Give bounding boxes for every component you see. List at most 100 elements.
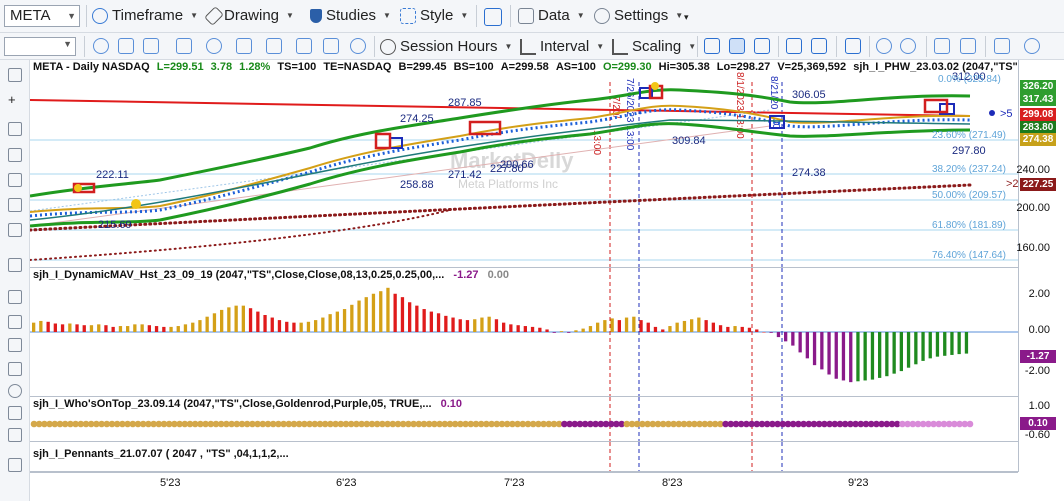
histogram-bar bbox=[53, 323, 57, 332]
zoom-in-icon[interactable] bbox=[876, 38, 892, 54]
drawing-button[interactable]: Drawing ▼ bbox=[204, 5, 294, 26]
grid-view-icon[interactable] bbox=[960, 38, 976, 54]
pie-icon[interactable] bbox=[206, 38, 222, 54]
histogram-bar bbox=[834, 332, 838, 379]
whos-on-top-axis[interactable]: 1.00 0.10 -0.60 bbox=[1018, 397, 1064, 442]
bar-chart-icon[interactable] bbox=[704, 38, 720, 54]
interval-button[interactable]: Interval ▼ bbox=[520, 38, 604, 55]
options-icon[interactable] bbox=[323, 38, 339, 54]
histogram-bar bbox=[776, 332, 781, 338]
gear-icon[interactable] bbox=[350, 38, 366, 54]
studies-button[interactable]: Studies ▼ bbox=[310, 7, 391, 24]
chevron-down-icon[interactable]: ▼ bbox=[67, 6, 76, 26]
pennants-title: sjh_I_Pennants_21.07.07 ( 2047 , "TS" ,0… bbox=[33, 448, 289, 460]
histogram-bar bbox=[335, 311, 339, 332]
layout-icon[interactable] bbox=[484, 8, 502, 26]
histogram-bar bbox=[653, 326, 658, 332]
whos-on-top-title: sjh_I_Who'sOnTop_23.09.14 (2047,"TS",Clo… bbox=[33, 398, 462, 410]
study-value: 0.10 bbox=[440, 398, 463, 410]
style-icon bbox=[400, 7, 416, 24]
stack-icon[interactable] bbox=[8, 362, 22, 376]
hollow-candle-icon[interactable] bbox=[754, 38, 770, 54]
histogram-bar bbox=[820, 332, 824, 370]
whos-on-top-pane[interactable]: sjh_I_Who'sOnTop_23.09.14 (2047,"TS",Clo… bbox=[30, 397, 1018, 442]
timeframe-button[interactable]: Timeframe ▼ bbox=[92, 7, 198, 24]
histogram-bar bbox=[480, 317, 484, 332]
interval-select[interactable]: ▼ bbox=[4, 37, 76, 56]
chart-icon[interactable] bbox=[236, 38, 252, 54]
ruler-icon[interactable] bbox=[8, 258, 22, 272]
more-button[interactable]: ▾ bbox=[684, 12, 689, 23]
histogram-bar bbox=[357, 300, 361, 332]
zoom-out-icon[interactable] bbox=[900, 38, 916, 54]
time-label: 8'23 bbox=[662, 477, 683, 489]
histogram-bar bbox=[740, 326, 744, 332]
histogram-bar bbox=[248, 308, 253, 332]
histogram-bar bbox=[863, 332, 867, 381]
pennants-pane[interactable]: sjh_I_Pennants_21.07.07 ( 2047 , "TS" ,0… bbox=[30, 442, 1018, 472]
trendline-icon[interactable] bbox=[8, 148, 22, 162]
histogram-bar bbox=[906, 332, 911, 368]
wrench-icon[interactable] bbox=[8, 122, 22, 136]
fib-icon[interactable] bbox=[8, 315, 22, 329]
sync-icon[interactable] bbox=[296, 38, 312, 54]
tall-bars-icon[interactable] bbox=[8, 428, 22, 442]
histogram-bar bbox=[97, 324, 101, 332]
histogram-bar bbox=[718, 325, 723, 332]
time-label: 5'23 bbox=[160, 477, 181, 489]
compare-icon[interactable] bbox=[266, 38, 282, 54]
price-label: 274.38 bbox=[792, 167, 826, 179]
histogram-bar bbox=[133, 324, 137, 332]
lines-icon[interactable] bbox=[8, 338, 22, 352]
fib-label: 76.40% (147.64) bbox=[932, 250, 1006, 261]
settings-button[interactable]: Settings ▼ bbox=[594, 7, 683, 24]
pencil-icon[interactable] bbox=[8, 223, 22, 237]
session-hours-button[interactable]: Session Hours ▼ bbox=[380, 38, 512, 55]
histogram-bar bbox=[632, 316, 636, 332]
calendar-icon[interactable] bbox=[934, 38, 950, 54]
cursor-icon[interactable] bbox=[8, 68, 22, 82]
caret-icon: ▼ bbox=[576, 11, 585, 20]
histogram-bar bbox=[798, 332, 802, 353]
levels-icon[interactable] bbox=[8, 406, 22, 420]
candle-icon[interactable] bbox=[729, 38, 745, 54]
yellow-dot bbox=[74, 184, 82, 192]
price-tag: 299.08 bbox=[1020, 108, 1056, 121]
style-button[interactable]: Style ▼ bbox=[400, 7, 468, 24]
channel-icon[interactable] bbox=[8, 198, 22, 212]
histogram-bar bbox=[784, 332, 788, 342]
layout-icon[interactable] bbox=[845, 38, 861, 54]
crosshair-icon[interactable]: + bbox=[8, 92, 22, 107]
cloud-icon[interactable] bbox=[1024, 38, 1040, 54]
price-chart-pane[interactable]: MarketDelly Meta Platforms Inc 7/20/ 13:… bbox=[30, 60, 1018, 268]
search-chart-icon[interactable] bbox=[176, 38, 192, 54]
mav-axis[interactable]: 2.00 0.00 -1.27 -2.00 bbox=[1018, 268, 1064, 397]
chevron-down-icon[interactable]: ▼ bbox=[63, 39, 72, 49]
dynamic-mav-pane[interactable]: sjh_I_DynamicMAV_Hst_23_09_19 (2047,"TS"… bbox=[30, 268, 1018, 397]
link-icon[interactable] bbox=[118, 38, 134, 54]
histogram-bar bbox=[465, 320, 470, 332]
divider bbox=[778, 36, 779, 57]
brush-icon[interactable] bbox=[8, 458, 22, 472]
price-axis[interactable]: 326.20 317.43 299.08 283.80 274.38 240.0… bbox=[1016, 60, 1064, 268]
arrows-icon[interactable] bbox=[8, 173, 22, 187]
point-figure-icon[interactable] bbox=[811, 38, 827, 54]
time-axis[interactable]: 5'23 6'23 7'23 8'23 9'23 bbox=[30, 472, 1018, 501]
histogram-bar bbox=[212, 313, 217, 332]
refresh-icon[interactable] bbox=[93, 38, 109, 54]
histogram-bar bbox=[89, 325, 94, 332]
scaling-button[interactable]: Scaling ▼ bbox=[612, 38, 696, 55]
volume-icon[interactable] bbox=[786, 38, 802, 54]
grid-icon[interactable] bbox=[143, 38, 159, 54]
scaling-icon bbox=[612, 38, 628, 55]
add-chart-icon[interactable] bbox=[994, 38, 1010, 54]
fib-label: 61.80% (181.89) bbox=[932, 220, 1006, 231]
axis-tick: 160.00 bbox=[1016, 242, 1050, 254]
divider bbox=[985, 36, 986, 57]
bars-icon[interactable] bbox=[8, 290, 22, 304]
symbol-input[interactable]: META ▼ bbox=[4, 5, 80, 27]
circle-icon[interactable] bbox=[8, 384, 22, 398]
data-button[interactable]: Data ▼ bbox=[518, 7, 585, 24]
price-tag: 274.38 bbox=[1020, 133, 1056, 146]
fib-label: 0.0% (325.84) bbox=[938, 74, 1001, 85]
